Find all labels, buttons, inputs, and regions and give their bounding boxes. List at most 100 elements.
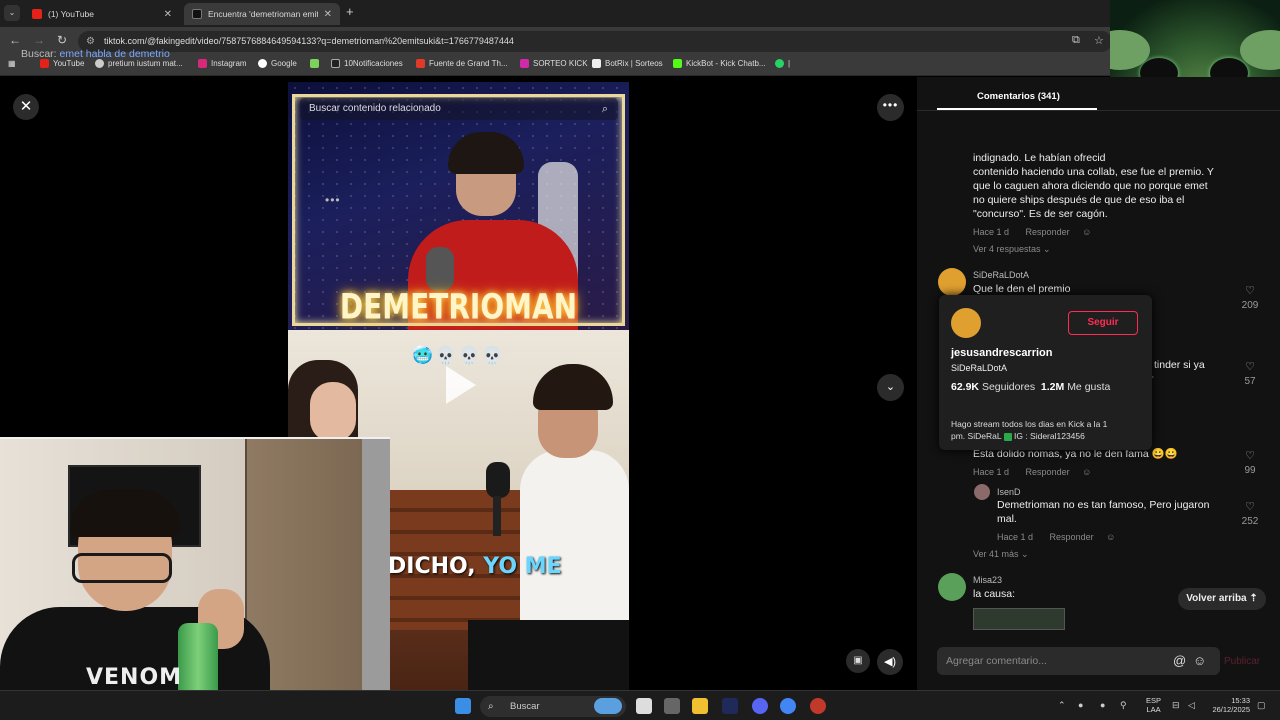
x-icon [331, 59, 340, 68]
bookmark-fuente[interactable]: Fuente de Grand Th... [416, 59, 508, 68]
bookmark-botrix[interactable]: BotRix | Sorteos [592, 59, 663, 68]
search-suggestion[interactable]: Buscar: emet habla de demetrio [21, 48, 170, 60]
bookmark-kickbot[interactable]: KickBot - Kick Chatb... [673, 59, 766, 68]
url-field[interactable]: ⚙ tiktok.com/@fakingedit/video/758757688… [78, 31, 1112, 52]
avatar[interactable] [974, 484, 990, 500]
more-icon[interactable]: ••• [877, 94, 904, 121]
play-icon[interactable] [446, 366, 476, 404]
search-query-link[interactable]: emet habla de demetrio [60, 48, 170, 60]
reply-button[interactable]: Responder [1026, 467, 1070, 477]
view-more-button[interactable]: Ver 41 más ⌄ [973, 549, 1029, 560]
tab-close-icon[interactable]: ✕ [164, 9, 172, 20]
guest-hair [533, 364, 613, 410]
comment-more-icon[interactable]: ••• [325, 193, 341, 207]
start-icon[interactable] [455, 698, 471, 714]
comment-username[interactable]: SiDeRaLDotA [973, 270, 1029, 280]
at-icon[interactable]: @ [1173, 647, 1186, 675]
heart-icon[interactable]: ♡ [1237, 284, 1263, 297]
comment-line: mal. [997, 513, 1017, 525]
file-explorer-icon[interactable] [692, 698, 708, 714]
bookmark-whatsapp[interactable]: | [775, 59, 790, 68]
volume-icon[interactable]: ◀) [877, 649, 903, 675]
discord-icon[interactable] [752, 698, 768, 714]
reaction-icon[interactable]: ☺ [1106, 532, 1115, 542]
avatar[interactable] [938, 573, 966, 601]
tray-icon[interactable]: ● [1078, 700, 1083, 710]
likes-count: 1.2M [1040, 381, 1065, 393]
heart-icon[interactable]: ♡ [1237, 500, 1263, 513]
reaction-icon[interactable]: ☺ [1082, 467, 1091, 477]
app-icon[interactable] [810, 698, 826, 714]
microphone-icon[interactable]: ⚲ [1120, 700, 1127, 711]
close-icon[interactable]: ✕ [13, 94, 39, 120]
profile-name[interactable]: jesusandrescarrion [951, 347, 1053, 359]
tab-tiktok[interactable]: Encuentra 'demetrioman emits ✕ [184, 3, 340, 25]
install-icon[interactable]: ⧉ [1072, 34, 1080, 47]
bookmark-notificaciones[interactable]: 10Notificaciones [331, 59, 403, 68]
tray-icon[interactable]: ● [1100, 700, 1105, 710]
bookmark-sorteo-kick[interactable]: SORTEO KICK [520, 59, 588, 68]
apps-icon[interactable]: ▦ [8, 59, 16, 68]
bookmark-youtube[interactable]: YouTube [40, 59, 84, 68]
tab-youtube[interactable]: (1) YouTube ✕ [24, 3, 180, 25]
shirt-print: VENOM [86, 665, 183, 690]
comments-tab[interactable]: Comentarios (341) [977, 91, 1060, 102]
tab-label: (1) YouTube [48, 9, 94, 19]
comment-text: Demetrioman no es tan famoso, Pero jugar… [997, 498, 1209, 526]
like-count: 252 [1241, 516, 1259, 527]
avatar[interactable] [938, 268, 966, 296]
clock-time: 15:33 [1231, 696, 1250, 705]
bookmark-instagram[interactable]: Instagram [198, 59, 247, 68]
clock[interactable]: 15:33 26/12/2025 [1206, 696, 1250, 714]
emoji-icon[interactable]: ☺ [1193, 647, 1206, 675]
like-count: 209 [1241, 300, 1259, 311]
reaction-icon[interactable]: ☺ [1082, 227, 1091, 237]
view-replies-button[interactable]: Ver 4 respuestas ⌄ [973, 244, 1051, 255]
comment-time: Hace 1 d [997, 532, 1034, 542]
app-icon[interactable] [664, 698, 680, 714]
comment-line: contenido haciendo una collab, ese fue e… [973, 166, 1214, 178]
bookmark-extension[interactable] [310, 59, 323, 68]
search-icon[interactable]: ⌕ [602, 98, 608, 120]
comment-image-thumbnail[interactable] [973, 608, 1065, 630]
photoshop-icon[interactable] [722, 698, 738, 714]
heart-icon[interactable]: ♡ [1237, 449, 1263, 462]
pip-icon[interactable]: ▣ [846, 649, 870, 673]
url-text: tiktok.com/@fakingedit/video/75875768846… [104, 36, 514, 46]
network-icon[interactable]: ⊟ [1172, 700, 1180, 711]
task-view-icon[interactable] [636, 698, 652, 714]
heart-icon[interactable]: ♡ [1237, 360, 1263, 373]
taskbar-search-label: Buscar [510, 701, 540, 712]
webcam-hair [70, 489, 180, 537]
new-tab-button[interactable]: + [346, 4, 354, 19]
chrome-icon[interactable] [780, 698, 796, 714]
tray-chevron-icon[interactable]: ⌃ [1058, 700, 1066, 711]
notification-icon[interactable]: ▢ [1257, 700, 1266, 711]
back-icon[interactable]: ← [9, 33, 21, 47]
reply-button[interactable]: Responder [1050, 532, 1094, 542]
comment-text: Que le den el premio [973, 283, 1071, 295]
reply-button[interactable]: Responder [1026, 227, 1070, 237]
comment-username[interactable]: Misa23 [973, 575, 1002, 585]
check-emoji-icon [1003, 432, 1012, 441]
follow-button[interactable]: Seguir [1068, 311, 1138, 335]
related-search-input[interactable]: Buscar contenido relacionado ⌕ [300, 98, 618, 120]
clock-date: 26/12/2025 [1212, 705, 1250, 714]
language-indicator[interactable]: ESP LAA [1146, 696, 1161, 714]
reload-icon[interactable]: ↻ [57, 33, 67, 47]
bookmark-pretium[interactable]: pretium iustum mat... [95, 59, 183, 68]
bookmark-star-icon[interactable]: ☆ [1094, 34, 1104, 47]
tab-close-icon[interactable]: ✕ [324, 9, 332, 20]
tab-search-menu[interactable]: ⌄ [4, 5, 20, 21]
bookmark-google[interactable]: Google [258, 59, 297, 68]
back-to-top-button[interactable]: Volver arriba ⇡ [1178, 588, 1266, 610]
puzzle-icon [310, 59, 319, 68]
chevron-down-icon[interactable]: ⌄ [877, 374, 904, 401]
add-comment-input[interactable]: Agregar comentario... @ ☺ [937, 647, 1220, 675]
profile-avatar[interactable] [951, 308, 981, 338]
forward-icon[interactable]: → [33, 33, 45, 47]
publish-button[interactable]: Publicar [1224, 656, 1260, 667]
widget-icon[interactable] [594, 698, 622, 714]
speaker-icon[interactable]: ◁ [1188, 700, 1195, 711]
comment-username[interactable]: IsenD [997, 487, 1021, 497]
